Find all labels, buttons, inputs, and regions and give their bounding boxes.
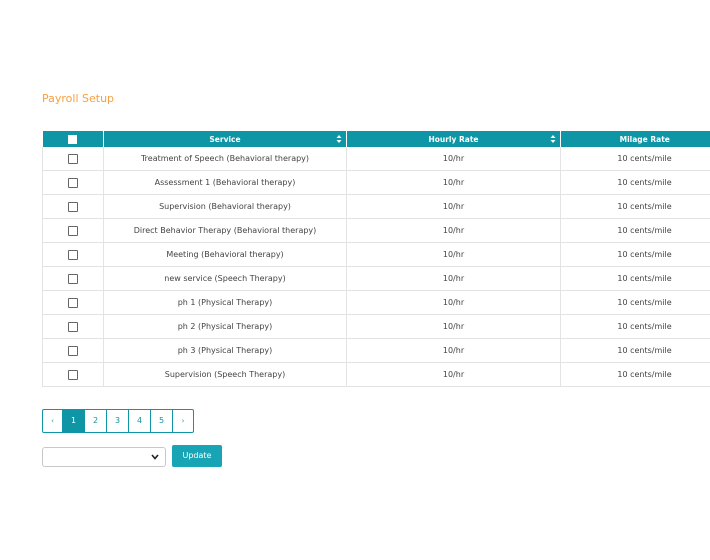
row-checkbox[interactable] xyxy=(68,201,78,212)
table-row: ph 1 (Physical Therapy) 10/hr 10 cents/m… xyxy=(42,290,710,315)
service-cell: Supervision (Speech Therapy) xyxy=(103,362,347,387)
pagination-next[interactable]: › xyxy=(173,410,193,432)
pagination-page-3[interactable]: 3 xyxy=(107,410,129,432)
service-cell: Assessment 1 (Behavioral therapy) xyxy=(103,170,347,195)
table-row: Assessment 1 (Behavioral therapy) 10/hr … xyxy=(42,170,710,195)
hourly-rate-cell: 10/hr xyxy=(346,338,561,363)
hourly-rate-cell: 10/hr xyxy=(346,266,561,291)
chevron-down-icon xyxy=(151,454,159,460)
row-select-cell xyxy=(42,266,104,291)
row-checkbox[interactable] xyxy=(68,249,78,260)
hourly-rate-cell: 10/hr xyxy=(346,170,561,195)
header-hourly-rate-label: Hourly Rate xyxy=(428,134,479,144)
milage-rate-cell: 10 cents/mile xyxy=(560,147,710,171)
pagination-page-5[interactable]: 5 xyxy=(151,410,173,432)
action-select[interactable] xyxy=(42,447,166,467)
row-checkbox[interactable] xyxy=(68,177,78,188)
pagination: ‹ 1 2 3 4 5 › xyxy=(42,409,194,433)
milage-rate-cell: 10 cents/mile xyxy=(560,362,710,387)
row-checkbox[interactable] xyxy=(68,321,78,332)
row-checkbox[interactable] xyxy=(68,345,78,356)
table-row: Direct Behavior Therapy (Behavioral ther… xyxy=(42,218,710,243)
hourly-rate-cell: 10/hr xyxy=(346,242,561,267)
row-select-cell xyxy=(42,218,104,243)
hourly-rate-cell: 10/hr xyxy=(346,290,561,315)
payroll-table-container: Service Hourly Rate Milage Rate Treatmen… xyxy=(42,131,710,387)
hourly-rate-cell: 10/hr xyxy=(346,147,561,171)
table-row: Meeting (Behavioral therapy) 10/hr 10 ce… xyxy=(42,242,710,267)
pagination-page-1[interactable]: 1 xyxy=(63,410,85,432)
milage-rate-cell: 10 cents/mile xyxy=(560,170,710,195)
table-row: new service (Speech Therapy) 10/hr 10 ce… xyxy=(42,266,710,291)
table-header-row: Service Hourly Rate Milage Rate xyxy=(42,131,710,147)
row-select-cell xyxy=(42,147,104,171)
milage-rate-cell: 10 cents/mile xyxy=(560,218,710,243)
header-milage-rate-label: Milage Rate xyxy=(619,134,670,144)
milage-rate-cell: 10 cents/mile xyxy=(560,290,710,315)
table-row: Supervision (Speech Therapy) 10/hr 10 ce… xyxy=(42,362,710,387)
pagination-page-2[interactable]: 2 xyxy=(85,410,107,432)
header-milage-rate[interactable]: Milage Rate xyxy=(560,131,710,147)
milage-rate-cell: 10 cents/mile xyxy=(560,266,710,291)
milage-rate-cell: 10 cents/mile xyxy=(560,314,710,339)
row-checkbox[interactable] xyxy=(68,369,78,380)
table-row: ph 3 (Physical Therapy) 10/hr 10 cents/m… xyxy=(42,338,710,363)
service-cell: Meeting (Behavioral therapy) xyxy=(103,242,347,267)
row-select-cell xyxy=(42,362,104,387)
sort-icon[interactable] xyxy=(550,134,556,144)
row-select-cell xyxy=(42,242,104,267)
service-cell: ph 1 (Physical Therapy) xyxy=(103,290,347,315)
service-cell: new service (Speech Therapy) xyxy=(103,266,347,291)
service-cell: ph 3 (Physical Therapy) xyxy=(103,338,347,363)
row-select-cell xyxy=(42,170,104,195)
row-checkbox[interactable] xyxy=(68,273,78,284)
row-select-cell xyxy=(42,314,104,339)
page-title: Payroll Setup xyxy=(42,92,115,105)
sort-icon[interactable] xyxy=(336,134,342,144)
row-checkbox[interactable] xyxy=(68,153,78,164)
hourly-rate-cell: 10/hr xyxy=(346,362,561,387)
pagination-page-4[interactable]: 4 xyxy=(129,410,151,432)
header-select-all[interactable] xyxy=(42,131,104,147)
service-cell: Supervision (Behavioral therapy) xyxy=(103,194,347,219)
row-select-cell xyxy=(42,290,104,315)
table-row: Supervision (Behavioral therapy) 10/hr 1… xyxy=(42,194,710,219)
row-checkbox[interactable] xyxy=(68,225,78,236)
milage-rate-cell: 10 cents/mile xyxy=(560,194,710,219)
hourly-rate-cell: 10/hr xyxy=(346,194,561,219)
row-select-cell xyxy=(42,194,104,219)
row-checkbox[interactable] xyxy=(68,297,78,308)
header-service[interactable]: Service xyxy=(103,131,347,147)
milage-rate-cell: 10 cents/mile xyxy=(560,338,710,363)
row-select-cell xyxy=(42,338,104,363)
payroll-table: Service Hourly Rate Milage Rate Treatmen… xyxy=(42,131,710,387)
table-row: Treatment of Speech (Behavioral therapy)… xyxy=(42,147,710,171)
milage-rate-cell: 10 cents/mile xyxy=(560,242,710,267)
service-cell: Direct Behavior Therapy (Behavioral ther… xyxy=(103,218,347,243)
header-hourly-rate[interactable]: Hourly Rate xyxy=(346,131,561,147)
service-cell: ph 2 (Physical Therapy) xyxy=(103,314,347,339)
header-service-label: Service xyxy=(209,134,241,144)
pagination-prev[interactable]: ‹ xyxy=(43,410,63,432)
hourly-rate-cell: 10/hr xyxy=(346,218,561,243)
update-button[interactable]: Update xyxy=(172,445,222,467)
service-cell: Treatment of Speech (Behavioral therapy) xyxy=(103,147,347,171)
table-row: ph 2 (Physical Therapy) 10/hr 10 cents/m… xyxy=(42,314,710,339)
hourly-rate-cell: 10/hr xyxy=(346,314,561,339)
select-all-checkbox[interactable] xyxy=(68,134,78,144)
